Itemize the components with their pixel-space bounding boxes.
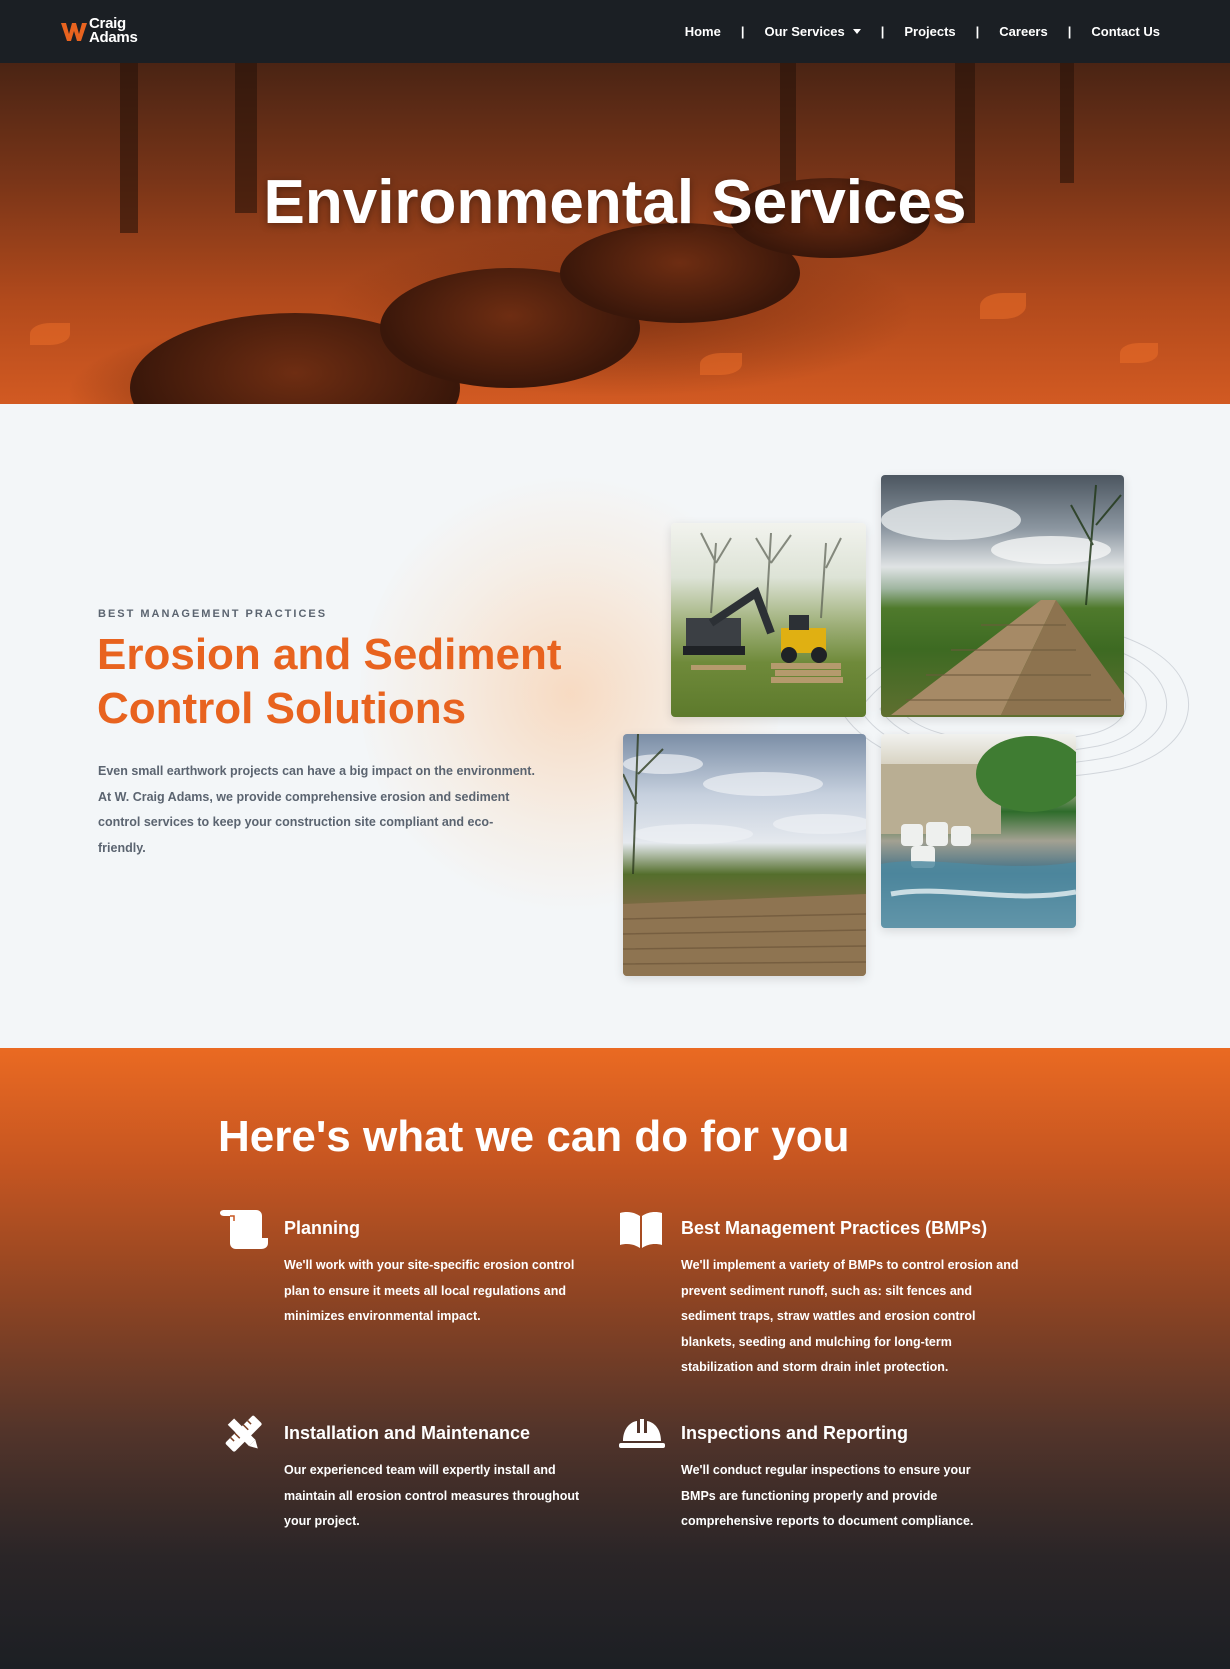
nav-careers[interactable]: Careers xyxy=(999,24,1047,39)
photo-boardwalk-sky xyxy=(881,475,1124,717)
section-heading: Erosion and Sediment Control Solutions xyxy=(97,630,562,733)
book-open-icon xyxy=(615,1208,667,1250)
hero-bg-leaf xyxy=(30,323,70,345)
nav-separator: | xyxy=(740,24,745,39)
photo-timber-mats-field xyxy=(623,734,866,976)
service-description: We'll work with your site-specific erosi… xyxy=(284,1258,575,1323)
boardwalk-illustration xyxy=(881,484,1124,715)
main-menu: Home | Our Services | Projects | Careers… xyxy=(685,0,1160,63)
photo-excavator-site xyxy=(671,523,866,717)
services-heading: Here's what we can do for you xyxy=(218,1112,850,1161)
chevron-down-icon xyxy=(852,29,861,34)
nav-our-services-label: Our Services xyxy=(764,24,845,39)
intro-section: BEST MANAGEMENT PRACTICES Erosion and Se… xyxy=(0,404,1230,1048)
hero-banner: Environmental Services xyxy=(0,63,1230,404)
nav-separator: | xyxy=(1067,24,1072,39)
service-title: Installation and Maintenance xyxy=(284,1423,531,1443)
services-section: Here's what we can do for you Planning W… xyxy=(0,1048,1230,1669)
nav-separator: | xyxy=(880,24,885,39)
service-description: Our experienced team will expertly insta… xyxy=(284,1463,580,1528)
sandbags-illustration xyxy=(881,736,1076,928)
service-description: We'll implement a variety of BMPs to con… xyxy=(681,1258,1019,1374)
hard-hat-icon xyxy=(615,1413,667,1455)
hero-bg-leaf xyxy=(700,353,742,375)
hero-bg-leaf xyxy=(1120,343,1158,363)
hero-bg-leaf xyxy=(980,293,1026,319)
nav-our-services[interactable]: Our Services xyxy=(764,24,861,39)
nav-home[interactable]: Home xyxy=(685,24,721,39)
nav-separator: | xyxy=(975,24,980,39)
scroll-icon xyxy=(218,1208,270,1250)
top-navigation: Craig Adams Home | Our Services | Projec… xyxy=(0,0,1230,63)
excavator-illustration xyxy=(683,532,843,683)
hero-bg-tree xyxy=(1060,63,1074,183)
logo-link[interactable]: Craig Adams xyxy=(60,15,138,46)
nav-projects[interactable]: Projects xyxy=(904,24,955,39)
pencil-ruler-icon xyxy=(218,1413,270,1455)
timber-mats-illustration xyxy=(623,734,866,976)
service-title: Inspections and Reporting xyxy=(681,1423,909,1443)
section-eyebrow: BEST MANAGEMENT PRACTICES xyxy=(98,608,328,620)
service-title: Planning xyxy=(284,1218,360,1238)
page-title: Environmental Services xyxy=(263,168,967,237)
service-title: Best Management Practices (BMPs) xyxy=(681,1218,988,1238)
service-description: We'll conduct regular inspections to ens… xyxy=(681,1463,974,1528)
logo-wordmark: Craig Adams xyxy=(89,15,138,46)
section-description: Even small earthwork projects can have a… xyxy=(98,764,535,855)
photo-sandbags-stream xyxy=(881,734,1076,928)
logo-w-mark-icon xyxy=(60,18,87,44)
nav-contact-us[interactable]: Contact Us xyxy=(1091,24,1160,39)
